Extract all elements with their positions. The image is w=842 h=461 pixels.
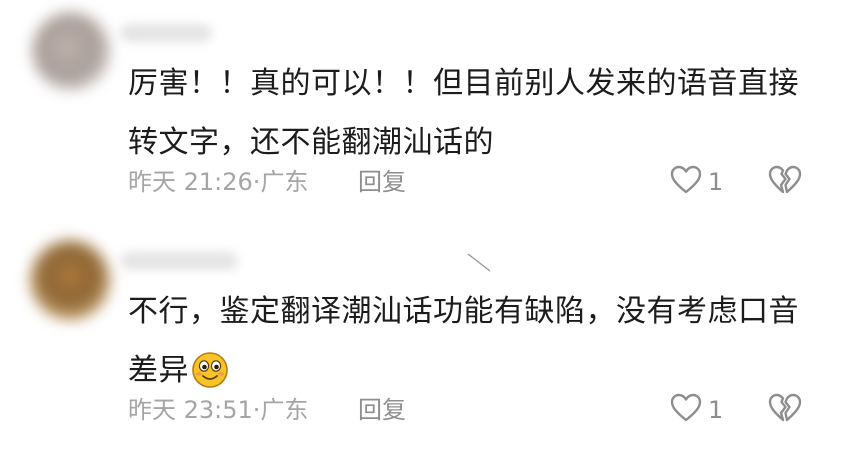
- like-count: 1: [708, 168, 724, 196]
- dislike-button[interactable]: [768, 393, 802, 427]
- comment-meta: 昨天 23:51·广东: [128, 393, 308, 427]
- comment-text-line-with-emoji: 差异: [128, 341, 818, 400]
- like-count: 1: [708, 396, 724, 424]
- comment-text-line: 差异: [128, 353, 189, 388]
- comment-text-line: 厉害！！真的可以！！但目前别人发来的语音直接: [128, 66, 799, 101]
- comment-thread: 厉害！！真的可以！！但目前别人发来的语音直接 转文字，还不能翻潮汕话的 昨天 2…: [0, 0, 842, 461]
- comment-text-line: 不行，鉴定翻译潮汕话功能有缺陷，没有考虑口音: [128, 294, 799, 329]
- dislike-button[interactable]: [768, 165, 802, 199]
- username-blurred[interactable]: [120, 252, 238, 270]
- comment-text: 厉害！！真的可以！！但目前别人发来的语音直接 转文字，还不能翻潮汕话的: [128, 54, 818, 172]
- comment-time: 昨天 23:51: [128, 396, 253, 424]
- heart-icon: [670, 165, 702, 199]
- heart-icon: [670, 393, 702, 427]
- comment-text-line: 转文字，还不能翻潮汕话的: [128, 125, 494, 160]
- like-button[interactable]: 1: [670, 393, 723, 427]
- like-button[interactable]: 1: [670, 165, 723, 199]
- username-blurred[interactable]: [120, 24, 212, 42]
- broken-heart-icon: [768, 393, 802, 427]
- comment-time: 昨天 21:26: [128, 168, 253, 196]
- comment-location: 广东: [260, 168, 309, 196]
- comment-location: 广东: [260, 396, 309, 424]
- comment-text: 不行，鉴定翻译潮汕话功能有缺陷，没有考虑口音 差异: [128, 282, 818, 400]
- stray-line-mark: [466, 252, 494, 278]
- reply-button[interactable]: 回复: [358, 393, 406, 427]
- comment-meta: 昨天 21:26·广东: [128, 165, 308, 199]
- avatar[interactable]: [32, 12, 110, 90]
- broken-heart-icon: [768, 165, 802, 199]
- smiling-face-emoji: [191, 350, 229, 388]
- reply-button[interactable]: 回复: [358, 165, 406, 199]
- avatar[interactable]: [30, 240, 110, 320]
